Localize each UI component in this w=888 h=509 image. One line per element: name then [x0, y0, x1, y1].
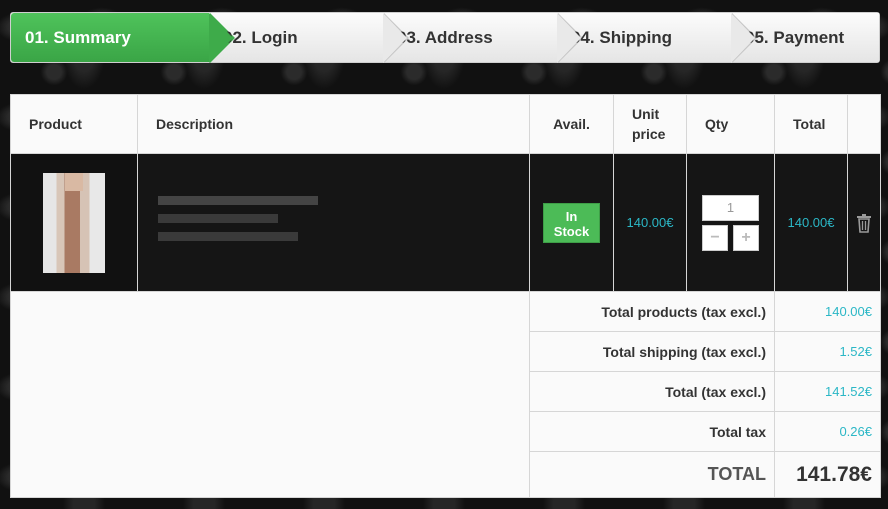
- step-login-label: 02. Login: [223, 27, 298, 47]
- step-summary-label: 01. Summary: [25, 27, 131, 47]
- summary-value: 1.52€: [774, 331, 881, 372]
- summary-label: Total products (tax excl.): [529, 291, 775, 332]
- cart-item-row: In Stock 140.00€ 1 − + 140.00€: [10, 153, 881, 292]
- header-unit-price: Unit price: [613, 94, 687, 154]
- quantity-input[interactable]: 1: [702, 194, 759, 221]
- header-total: Total: [774, 94, 848, 154]
- in-stock-line2: Stock: [553, 223, 590, 239]
- summary-row-products: Total products (tax excl.) 140.00€: [10, 291, 881, 498]
- grand-total-label: TOTAL: [529, 451, 775, 498]
- in-stock-badge: In Stock: [543, 202, 600, 243]
- step-summary[interactable]: 01. Summary: [11, 13, 235, 63]
- header-unit-price-line1: Unit: [632, 106, 660, 122]
- qty-cell: 1 − +: [686, 153, 775, 292]
- cart-header-row: Product Description Avail. Unit price Qt…: [10, 94, 881, 154]
- summary-label: Total (tax excl.): [529, 371, 775, 412]
- summary-value: 0.26€: [774, 411, 881, 452]
- header-actions: [847, 94, 881, 154]
- header-product: Product: [10, 94, 138, 154]
- step-login[interactable]: 02. Login: [209, 13, 409, 63]
- summary-value: 140.00€: [774, 291, 881, 332]
- unit-price: 140.00€: [613, 153, 687, 292]
- product-description-cell: [137, 153, 530, 292]
- quantity-decrease-button[interactable]: −: [702, 224, 728, 251]
- step-payment-label: 05. Payment: [745, 27, 845, 47]
- trash-icon[interactable]: [856, 213, 872, 233]
- cart-table: Product Description Avail. Unit price Qt…: [10, 94, 881, 498]
- availability-cell: In Stock: [529, 153, 614, 292]
- summary-value: 141.52€: [774, 371, 881, 412]
- product-image[interactable]: [43, 172, 105, 273]
- step-address[interactable]: 03. Address: [383, 13, 583, 63]
- header-avail: Avail.: [529, 94, 614, 154]
- product-description-blurred[interactable]: [158, 195, 358, 241]
- step-address-label: 03. Address: [397, 27, 493, 47]
- summary-label: Total tax: [529, 411, 775, 452]
- line-total: 140.00€: [774, 153, 848, 292]
- product-image-cell: [10, 153, 138, 292]
- delete-cell: [847, 153, 881, 292]
- header-qty: Qty: [686, 94, 775, 154]
- checkout-steps: 01. Summary 02. Login 03. Address 04. Sh…: [10, 12, 880, 63]
- grand-total-value: 141.78€: [774, 451, 881, 498]
- step-shipping-label: 04. Shipping: [571, 27, 673, 47]
- quantity-increase-button[interactable]: +: [733, 224, 759, 251]
- header-unit-price-line2: price: [632, 126, 666, 142]
- step-shipping[interactable]: 04. Shipping: [557, 13, 757, 63]
- summary-label: Total shipping (tax excl.): [529, 331, 775, 372]
- header-description: Description: [137, 94, 530, 154]
- in-stock-line1: In: [565, 208, 578, 224]
